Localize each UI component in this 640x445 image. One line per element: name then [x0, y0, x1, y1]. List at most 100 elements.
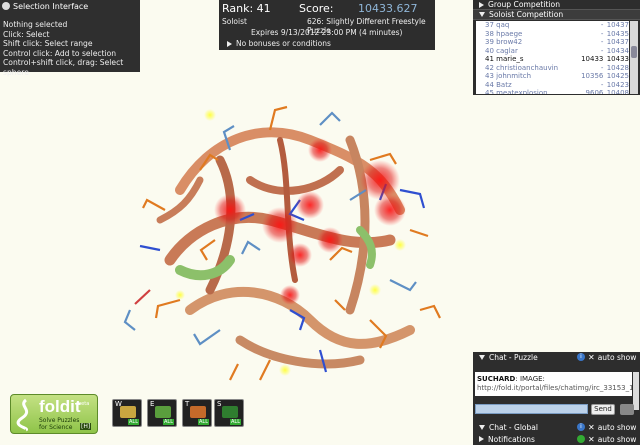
competition-panel: Group Competition Soloist Competition 37…: [473, 0, 640, 95]
leaderboard-row[interactable]: 43 johnmitch 10356 10425: [476, 72, 629, 81]
selection-line: sphere: [3, 67, 29, 77]
logo-word: foldit: [39, 397, 81, 416]
selection-title: Selection Interface: [13, 1, 89, 11]
expand-arrow-icon: [479, 436, 484, 442]
chat-global-title: Chat - Global: [489, 422, 538, 432]
leaderboard-row[interactable]: 44 Batz -10423: [476, 81, 629, 90]
scrollbar-thumb[interactable]: [631, 46, 637, 58]
player-score: -: [600, 38, 604, 46]
chat-link[interactable]: http://fold.it/portal/files/chatimg/irc_…: [477, 384, 632, 393]
chat-global-header[interactable]: Chat - Global i ✕ auto show: [473, 422, 640, 432]
chat-panel: Chat - Puzzle i ✕ auto show SUCHARD: IMA…: [473, 352, 640, 445]
group-competition-header[interactable]: Group Competition: [473, 0, 640, 10]
info-icon[interactable]: i: [577, 423, 585, 431]
autoshow-label[interactable]: auto show: [598, 353, 637, 362]
player-score: -: [600, 80, 604, 89]
close-icon[interactable]: ✕: [588, 435, 595, 444]
player-name: 37 qaq: [485, 21, 510, 29]
score-label: Score:: [299, 2, 334, 15]
status-icon: [577, 435, 585, 443]
player-best: 10437: [606, 21, 629, 29]
leaderboard-row[interactable]: 42 christioanchauvin -10428: [476, 64, 629, 73]
player-best: 10428: [606, 63, 629, 72]
bonus-label: No bonuses or conditions: [236, 39, 331, 48]
player-score: -: [600, 46, 604, 55]
info-icon[interactable]: i: [577, 353, 585, 361]
tool-all-badge: ALL: [230, 419, 241, 425]
leaderboard-row[interactable]: 37 qaq -10437: [476, 21, 629, 30]
selection-interface-panel: Selection Interface Nothing selected Cli…: [0, 0, 140, 77]
selection-icon: [2, 2, 10, 10]
chat-puzzle-header[interactable]: Chat - Puzzle i ✕ auto show: [473, 352, 640, 362]
selection-help-lines: Nothing selected Click: Select Shift cli…: [0, 12, 140, 77]
selection-line: Click: Select: [3, 29, 50, 39]
rank-label: Rank: 41: [222, 2, 271, 15]
leaderboard-list[interactable]: 37 qaq -10437 38 hpaege -10435 39 brow42-104…: [476, 21, 629, 94]
player-best: 10425: [606, 72, 629, 80]
bonus-toggle[interactable]: No bonuses or conditions: [227, 39, 331, 48]
logo-tagline: for Science: [39, 424, 73, 431]
player-best: 10437: [606, 38, 629, 46]
tool-hotkey: T: [185, 400, 190, 408]
logo-beta: beta: [78, 401, 90, 407]
collapse-arrow-icon: [479, 424, 485, 430]
mode-label: Soloist: [222, 17, 247, 26]
collapse-arrow-icon: [479, 12, 485, 17]
leaderboard-row[interactable]: 40 caglar -10434: [476, 47, 629, 56]
leaderboard-row[interactable]: 38 hpaege -10435: [476, 30, 629, 39]
player-name: 38 hpaege: [485, 29, 523, 38]
collapse-arrow-icon: [479, 354, 485, 360]
player-best: 10408: [606, 89, 629, 94]
wiggle-icon: [120, 406, 136, 418]
soloist-competition-header[interactable]: Soloist Competition: [473, 10, 640, 20]
selection-line: Control+shift click, drag: Select: [3, 58, 124, 67]
notifications-header[interactable]: Notifications ✕ auto show: [473, 434, 640, 444]
chat-input[interactable]: [475, 404, 588, 414]
player-name: 40 caglar: [485, 46, 518, 55]
selection-interface-header[interactable]: Selection Interface: [0, 0, 140, 12]
selection-line: Control click: Add to selection: [3, 48, 117, 58]
player-score: -: [600, 63, 604, 72]
leaderboard-row[interactable]: 41 marie_s 10433 10433: [476, 55, 629, 64]
tool-hotkey: E: [150, 400, 155, 408]
foldit-logo[interactable]: foldit beta Solve Puzzles for Science [H…: [10, 394, 98, 434]
tweak-all-button[interactable]: T ALL: [182, 399, 212, 427]
protein-viewport[interactable]: [120, 80, 450, 390]
chat-scrollbar[interactable]: [633, 372, 639, 410]
expand-arrow-icon: [479, 1, 484, 8]
tool-hotkey: S: [217, 400, 222, 408]
chat-message-prefix: IMAGE:: [519, 375, 545, 383]
close-icon[interactable]: ✕: [588, 423, 595, 432]
camera-icon[interactable]: [620, 404, 634, 415]
tweak-icon: [190, 406, 206, 418]
leaderboard-scrollbar[interactable]: [630, 21, 638, 94]
wiggle-all-button[interactable]: W ALL: [112, 399, 142, 427]
autoshow-label[interactable]: auto show: [598, 423, 637, 432]
logo-tagline: Solve Puzzles: [39, 417, 80, 424]
player-score: -: [600, 21, 604, 29]
player-score: 10356: [581, 72, 604, 80]
player-name: 44 Batz: [485, 80, 512, 89]
logo-hotkey: [H]: [80, 423, 92, 430]
selection-line: Shift click: Select range: [3, 39, 93, 48]
leaderboard-row[interactable]: 45 meatexplosion 9606 10408: [476, 89, 629, 94]
foldit-mascot-icon: [16, 398, 29, 432]
player-score: 10433: [581, 55, 604, 63]
player-best: 10423: [606, 80, 629, 89]
send-button[interactable]: Send: [591, 404, 615, 415]
score-panel: Rank: 41 Score: 10433.627 Soloist 626: S…: [219, 0, 435, 50]
tool-all-badge: ALL: [128, 419, 139, 425]
player-best: 10433: [606, 55, 629, 63]
chat-message-area[interactable]: SUCHARD: IMAGE: http://fold.it/portal/fi…: [475, 372, 632, 396]
player-name: 39 brow42: [485, 38, 523, 46]
close-icon[interactable]: ✕: [588, 353, 595, 362]
autoshow-label[interactable]: auto show: [598, 435, 637, 444]
leaderboard-row[interactable]: 39 brow42 -10437: [476, 38, 629, 47]
tool-all-badge: ALL: [198, 419, 209, 425]
player-name: 42 christioanchauvin: [485, 63, 559, 72]
rebuild-all-button[interactable]: E ALL: [147, 399, 177, 427]
expires-label: Expires 9/13/2012 23:00 PM (4 minutes): [251, 28, 403, 37]
shake-all-button[interactable]: S ALL: [214, 399, 244, 427]
chat-username[interactable]: SUCHARD: [477, 375, 515, 383]
shake-icon: [222, 406, 238, 418]
